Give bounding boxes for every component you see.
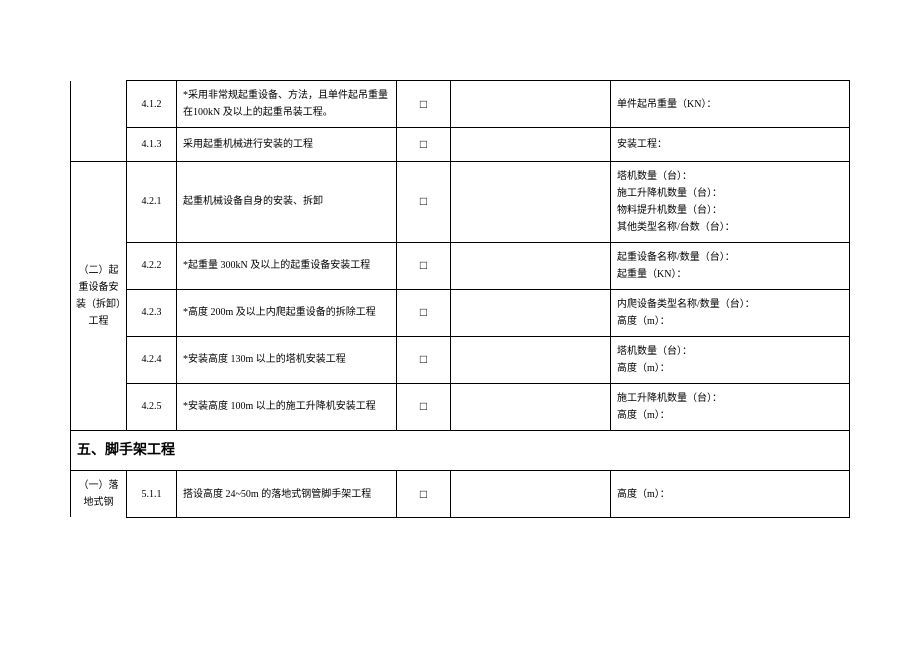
checkbox-empty-icon: □ [420,137,427,151]
row-checkbox[interactable]: □ [397,383,451,430]
row-number: 4.2.5 [127,383,177,430]
row-checkbox[interactable]: □ [397,336,451,383]
category-cell-5-1: （一）落地式钢 [71,471,127,518]
row-checkbox[interactable]: □ [397,161,451,242]
checkbox-empty-icon: □ [420,487,427,501]
row-mid-empty [451,471,611,518]
row-notes: 安装工程： [611,128,850,162]
row-number: 4.1.2 [127,81,177,128]
section-heading-row: 五、脚手架工程 [71,430,850,471]
table-row: 4.2.3 *高度 200m 及以上内爬起重设备的拆除工程 □ 内爬设备类型名称… [71,289,850,336]
row-number: 4.2.4 [127,336,177,383]
table-row: （二）起重设备安装（拆卸）工程 4.2.1 起重机械设备自身的安装、拆卸 □ 塔… [71,161,850,242]
row-desc: *高度 200m 及以上内爬起重设备的拆除工程 [177,289,397,336]
row-mid-empty [451,242,611,289]
table-row: 4.2.2 *起重量 300kN 及以上的起重设备安装工程 □ 起重设备名称/数… [71,242,850,289]
table-row: 4.2.4 *安装高度 130m 以上的塔机安装工程 □ 塔机数量（台）：高度（… [71,336,850,383]
engineering-spec-table: 4.1.2 *采用非常规起重设备、方法，且单件起吊重量在100kN 及以上的起重… [70,80,850,518]
row-desc: 起重机械设备自身的安装、拆卸 [177,161,397,242]
row-checkbox[interactable]: □ [397,128,451,162]
row-number: 4.2.3 [127,289,177,336]
row-desc: *采用非常规起重设备、方法，且单件起吊重量在100kN 及以上的起重吊装工程。 [177,81,397,128]
row-desc: *安装高度 130m 以上的塔机安装工程 [177,336,397,383]
row-checkbox[interactable]: □ [397,471,451,518]
table-row: 4.1.3 采用起重机械进行安装的工程 □ 安装工程： [71,128,850,162]
row-mid-empty [451,81,611,128]
checkbox-empty-icon: □ [420,97,427,111]
row-notes: 起重设备名称/数量（台）：起重量（KN）： [611,242,850,289]
checkbox-empty-icon: □ [420,305,427,319]
row-notes: 塔机数量（台）：施工升降机数量（台）：物料提升机数量（台）：其他类型名称/台数（… [611,161,850,242]
row-number: 4.2.1 [127,161,177,242]
row-desc: 搭设高度 24~50m 的落地式钢管脚手架工程 [177,471,397,518]
row-desc: *起重量 300kN 及以上的起重设备安装工程 [177,242,397,289]
row-notes: 内爬设备类型名称/数量（台）：高度（m）： [611,289,850,336]
table-row: （一）落地式钢 5.1.1 搭设高度 24~50m 的落地式钢管脚手架工程 □ … [71,471,850,518]
checkbox-empty-icon: □ [420,399,427,413]
row-checkbox[interactable]: □ [397,242,451,289]
checkbox-empty-icon: □ [420,258,427,272]
section-5-heading: 五、脚手架工程 [71,430,850,471]
row-mid-empty [451,336,611,383]
table-row: 4.2.5 *安装高度 100m 以上的施工升降机安装工程 □ 施工升降机数量（… [71,383,850,430]
row-checkbox[interactable]: □ [397,289,451,336]
table-row: 4.1.2 *采用非常规起重设备、方法，且单件起吊重量在100kN 及以上的起重… [71,81,850,128]
row-notes: 塔机数量（台）：高度（m）： [611,336,850,383]
row-mid-empty [451,289,611,336]
row-desc: 采用起重机械进行安装的工程 [177,128,397,162]
row-mid-empty [451,128,611,162]
row-mid-empty [451,161,611,242]
row-number: 5.1.1 [127,471,177,518]
row-notes: 单件起吊重量（KN）： [611,81,850,128]
row-desc: *安装高度 100m 以上的施工升降机安装工程 [177,383,397,430]
category-cell-4-2: （二）起重设备安装（拆卸）工程 [71,161,127,430]
row-mid-empty [451,383,611,430]
row-notes: 施工升降机数量（台）：高度（m）： [611,383,850,430]
checkbox-empty-icon: □ [420,194,427,208]
row-notes: 高度（m）： [611,471,850,518]
row-number: 4.1.3 [127,128,177,162]
checkbox-empty-icon: □ [420,352,427,366]
category-cell-blank [71,81,127,162]
row-checkbox[interactable]: □ [397,81,451,128]
row-number: 4.2.2 [127,242,177,289]
